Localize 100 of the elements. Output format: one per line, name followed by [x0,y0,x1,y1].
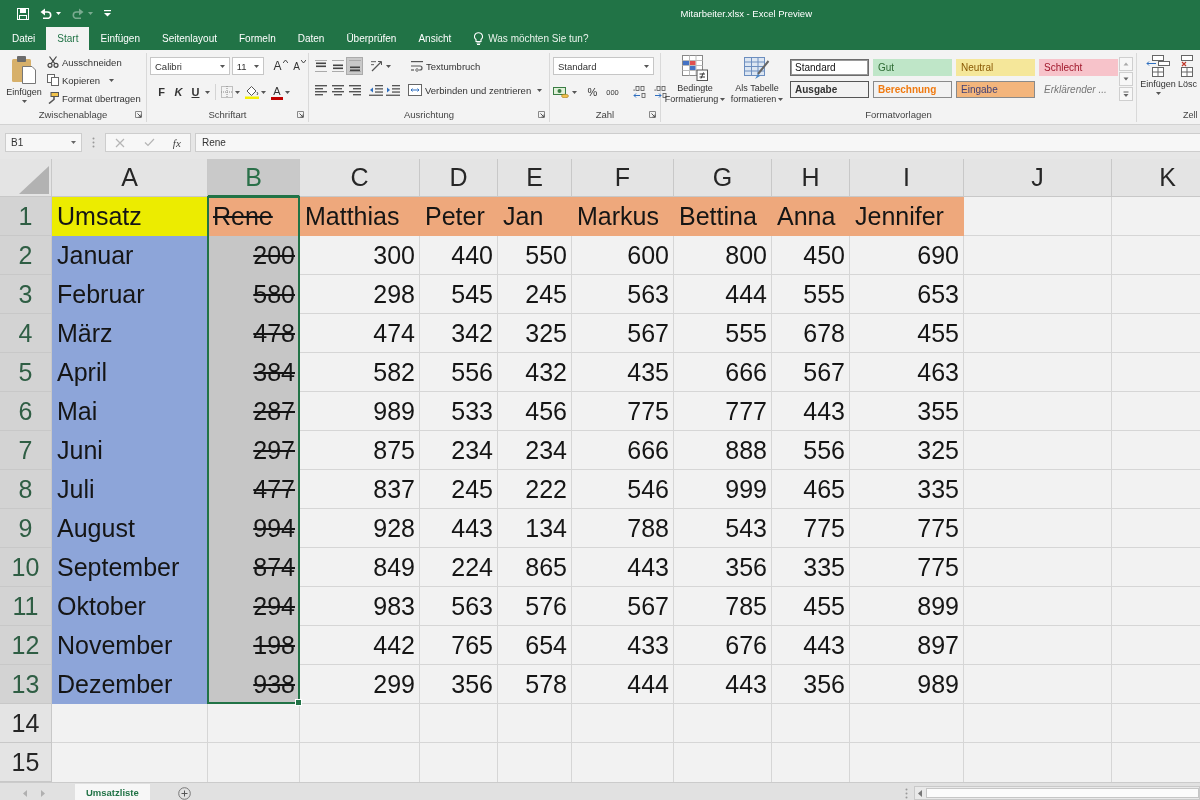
table-cell[interactable]: 356 [420,665,498,704]
table-cell[interactable]: 465 [772,470,850,509]
paint-bucket-icon[interactable] [245,85,259,99]
paste-button[interactable]: Einfügen [3,53,45,107]
table-cell[interactable]: August [52,509,208,548]
undo-icon[interactable] [40,8,52,19]
table-cell[interactable]: 785 [674,587,772,626]
caret-icon[interactable] [285,90,290,94]
table-cell[interactable]: 325 [850,431,964,470]
table-cell[interactable]: 800 [674,236,772,275]
table-cell[interactable]: März [52,314,208,353]
table-cell[interactable]: 432 [498,353,572,392]
table-cell[interactable]: 777 [674,392,772,431]
row-header[interactable]: 2 [0,236,52,275]
table-cell[interactable]: 443 [420,509,498,548]
caret-icon[interactable] [56,12,61,15]
table-cell[interactable]: 297 [208,431,300,470]
cut-button[interactable]: Ausschneiden [47,53,141,71]
table-cell[interactable]: 435 [572,353,674,392]
add-sheet-icon[interactable] [177,786,191,800]
table-cell[interactable]: 897 [850,626,964,665]
table-cell[interactable]: 865 [498,548,572,587]
ribbon-tab[interactable]: Ansicht [407,27,463,50]
align-top-button[interactable] [312,57,329,75]
formula-field[interactable]: Rene [195,133,1200,152]
ribbon-tab[interactable]: Seitenlayout [150,27,228,50]
dialog-launcher-icon[interactable] [649,111,656,118]
table-cell[interactable]: 443 [674,665,772,704]
table-cell[interactable]: 580 [208,275,300,314]
table-cell[interactable]: November [52,626,208,665]
table-cell[interactable]: 654 [498,626,572,665]
table-cell[interactable]: Februar [52,275,208,314]
table-cell[interactable]: 450 [772,236,850,275]
table-cell[interactable]: 300 [300,236,420,275]
row-header[interactable]: 14 [0,704,52,743]
cell-style-option[interactable]: Neutral [956,59,1035,76]
column-header[interactable]: B [208,159,300,197]
cell-style-option[interactable]: Gut [873,59,952,76]
column-header[interactable]: G [674,159,772,197]
table-cell[interactable]: 287 [208,392,300,431]
table-cell[interactable]: 775 [572,392,674,431]
ribbon-tab[interactable]: Einfügen [89,27,151,50]
conditional-formatting-button[interactable]: Bedingte Formatierung [663,53,727,107]
number-format-field[interactable]: Standard [553,57,654,75]
table-cell[interactable]: 294 [208,587,300,626]
table-cell[interactable]: Jan [498,197,572,236]
table-cell[interactable]: 666 [572,431,674,470]
vertical-dots-icon[interactable] [92,137,95,148]
table-cell[interactable]: 567 [772,353,850,392]
shrink-font-button[interactable]: A [291,57,308,75]
table-cell[interactable]: 433 [572,626,674,665]
table-cell[interactable]: 999 [674,470,772,509]
column-header[interactable]: E [498,159,572,197]
table-cell[interactable]: 356 [674,548,772,587]
dialog-launcher-icon[interactable] [538,111,545,118]
table-cell[interactable]: 556 [420,353,498,392]
row-header[interactable]: 1 [0,197,52,236]
table-cell[interactable]: 567 [572,314,674,353]
delete-cells-button[interactable]: Lösc [1178,53,1199,107]
cell-style-option[interactable]: Standard [790,59,869,76]
font-size-field[interactable]: 11 [231,57,264,75]
table-cell[interactable]: 989 [850,665,964,704]
table-cell[interactable]: Jennifer [850,197,964,236]
table-cell[interactable]: 555 [772,275,850,314]
table-cell[interactable]: 325 [498,314,572,353]
table-cell[interactable]: 874 [208,548,300,587]
grow-font-button[interactable]: A [272,57,289,75]
table-cell[interactable]: 775 [850,548,964,587]
dialog-launcher-icon[interactable] [297,111,304,118]
table-cell[interactable]: 928 [300,509,420,548]
caret-icon[interactable] [104,10,111,17]
table-cell[interactable]: 478 [208,314,300,353]
table-cell[interactable]: 455 [850,314,964,353]
tell-me-field[interactable]: Was möchten Sie tun? [488,33,609,44]
table-cell[interactable]: 676 [674,626,772,665]
table-cell[interactable]: 666 [674,353,772,392]
fill-handle[interactable] [295,699,302,706]
table-cell[interactable]: 477 [208,470,300,509]
ribbon-tab[interactable]: Datei [1,27,47,50]
cell-style-option[interactable]: Eingabe [956,81,1035,98]
table-cell[interactable]: 582 [300,353,420,392]
table-cell[interactable]: 198 [208,626,300,665]
table-cell[interactable]: 556 [772,431,850,470]
table-cell[interactable]: 543 [674,509,772,548]
table-cell[interactable]: 576 [498,587,572,626]
ribbon-tab[interactable]: Start [46,27,90,50]
table-cell[interactable]: 550 [498,236,572,275]
table-cell[interactable]: Anna [772,197,850,236]
font-name-field[interactable]: Calibri [150,57,230,75]
row-header[interactable]: 7 [0,431,52,470]
table-cell[interactable]: 443 [572,548,674,587]
align-middle-button[interactable] [329,57,346,75]
table-cell[interactable]: April [52,353,208,392]
expand-gallery-icon[interactable] [1119,87,1133,101]
table-cell[interactable]: Markus [572,197,674,236]
name-box[interactable]: B1 [5,133,82,152]
column-header[interactable]: F [572,159,674,197]
caret-icon[interactable] [572,90,577,94]
table-cell[interactable]: 298 [300,275,420,314]
table-cell[interactable]: 455 [772,587,850,626]
